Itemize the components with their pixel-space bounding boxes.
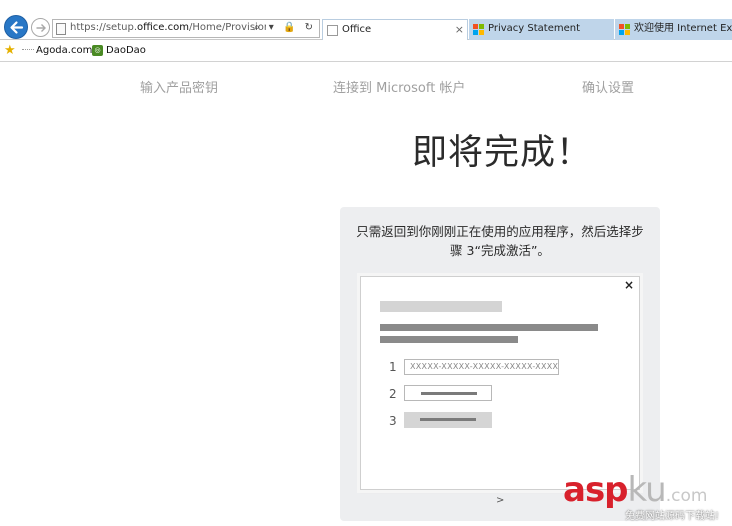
page-icon bbox=[56, 23, 66, 35]
address-bar[interactable]: https://setup.office.com/Home/Provision?… bbox=[52, 19, 320, 38]
microsoft-logo-icon bbox=[619, 24, 630, 35]
placeholder-text-line bbox=[380, 336, 518, 343]
step-number: 1 bbox=[389, 360, 397, 374]
illustration-button bbox=[404, 385, 492, 401]
page-title: 即将完成！ bbox=[412, 133, 593, 173]
placeholder-title-bar bbox=[380, 301, 502, 312]
tab-label: Office bbox=[342, 24, 372, 35]
favorites-star-icon[interactable]: ★ bbox=[4, 43, 16, 59]
product-key-field-illustration: XXXXX-XXXXX-XXXXX-XXXXX-XXXXX bbox=[404, 359, 559, 375]
step-number: 3 bbox=[389, 414, 397, 428]
browser-navbar: https://setup.office.com/Home/Provision?… bbox=[0, 0, 732, 40]
tab-label: 欢迎使用 Internet Explorer bbox=[634, 23, 732, 34]
favorite-daodao[interactable]: ◎ DaoDao bbox=[92, 44, 146, 58]
illustration-finish-button bbox=[404, 412, 492, 428]
placeholder-text-line bbox=[380, 324, 598, 331]
step-connect-microsoft-account: 连接到 Microsoft 帐户 bbox=[333, 81, 466, 96]
back-button[interactable] bbox=[4, 15, 28, 39]
forward-arrow-icon bbox=[36, 24, 46, 32]
forward-button[interactable] bbox=[31, 18, 50, 37]
step-enter-product-key: 输入产品密钥 bbox=[140, 81, 219, 96]
page-icon bbox=[327, 25, 338, 36]
tab-welcome-ie[interactable]: 欢迎使用 Internet Explorer bbox=[615, 19, 732, 40]
instruction-text: 只需返回到你刚刚正在使用的应用程序，然后选择步骤 3“完成激活”。 bbox=[356, 224, 644, 258]
back-arrow-icon bbox=[10, 21, 24, 34]
microsoft-logo-icon bbox=[473, 24, 484, 35]
address-controls[interactable]: ⌕ ▾ 🔒 ↻ bbox=[254, 22, 316, 33]
tab-privacy-statement[interactable]: Privacy Statement bbox=[469, 19, 614, 40]
tab-label: Privacy Statement bbox=[488, 23, 581, 34]
favorite-agoda[interactable]: Agoda.com bbox=[22, 44, 92, 58]
activation-dialog-illustration: × 1 XXXXX-XXXXX-XXXXX-XXXXX-XXXXX 2 3 bbox=[360, 276, 640, 490]
tab-office[interactable]: Office × bbox=[322, 19, 468, 40]
step-number: 2 bbox=[389, 387, 397, 401]
watermark: aspku.com 免费网站源码下载站! bbox=[563, 470, 732, 526]
chevron-right-icon[interactable]: > bbox=[496, 495, 504, 506]
daodao-icon: ◎ bbox=[92, 44, 103, 56]
favorites-bar: ★ Agoda.com ◎ DaoDao bbox=[0, 41, 732, 62]
step-confirm-settings: 确认设置 bbox=[582, 81, 635, 96]
tab-close-icon[interactable]: × bbox=[455, 20, 464, 40]
address-url[interactable]: https://setup.office.com/Home/Provision?… bbox=[70, 22, 266, 33]
watermark-tagline: 免费网站源码下载站! bbox=[625, 511, 720, 522]
agoda-icon bbox=[22, 48, 34, 52]
close-icon: × bbox=[623, 278, 634, 292]
